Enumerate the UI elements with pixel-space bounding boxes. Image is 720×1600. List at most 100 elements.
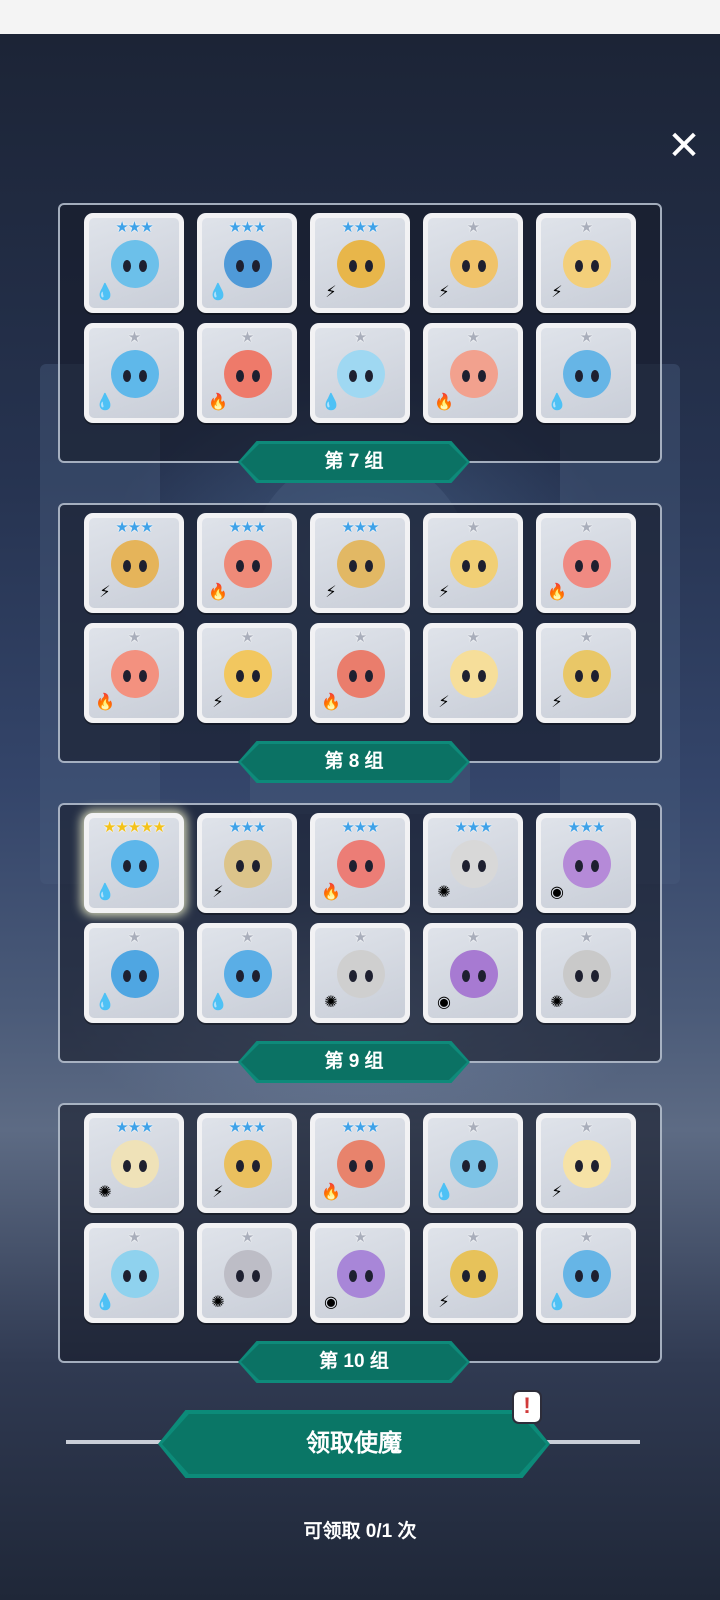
star-rating-icon: ★ (466, 218, 480, 236)
character-card[interactable]: ★ ⚡ (197, 623, 297, 723)
character-card[interactable]: ★★★ ◉ (536, 813, 636, 913)
water-element-icon: 💧 (547, 392, 567, 411)
lightning-element-icon: ⚡ (438, 582, 450, 601)
character-head (563, 240, 611, 288)
character-card[interactable]: ★ 💧 (536, 323, 636, 423)
character-card[interactable]: ★★★ ⚡ (310, 513, 410, 613)
character-head (224, 840, 272, 888)
character-card[interactable]: ★★★ ⚡ (197, 1113, 297, 1213)
character-eye (139, 1160, 147, 1172)
star-rating-icon: ★ (466, 1228, 480, 1246)
character-card[interactable]: ★ ⚡ (423, 213, 523, 313)
character-eye (591, 560, 599, 572)
character-card[interactable]: ★ ⚡ (423, 623, 523, 723)
character-card[interactable]: ★★★ ✺ (84, 1113, 184, 1213)
character-head (337, 950, 385, 998)
star-rating-icon: ★ (240, 1228, 254, 1246)
star-rating-icon: ★★★ (115, 518, 153, 536)
character-portrait: ★ 💧 (202, 928, 292, 1018)
character-portrait: ★★★ 🔥 (315, 818, 405, 908)
character-card[interactable]: ★ 💧 (197, 923, 297, 1023)
star-rating-icon: ★ (579, 218, 593, 236)
fire-element-icon: 🔥 (208, 392, 228, 411)
character-card[interactable]: ★ 🔥 (197, 323, 297, 423)
character-portrait: ★ 💧 (89, 1228, 179, 1318)
character-eye (478, 260, 486, 272)
group-10: ★★★ ✺ ★★★ ⚡ ★★★ 🔥 ★ 💧 ★ ⚡ ★ 💧 ★ ✺ ★ ◉ ★ ⚡ ★ 💧 第 10 组 (58, 1103, 662, 1383)
character-eye (236, 260, 244, 272)
character-portrait: ★★★ ⚡ (315, 518, 405, 608)
character-card[interactable]: ★ 💧 (310, 323, 410, 423)
group-label: 第 10 组 (238, 1341, 470, 1383)
light-element-icon: ✺ (211, 1292, 225, 1311)
star-rating-icon: ★★★ (567, 818, 605, 836)
character-portrait: ★ ◉ (315, 1228, 405, 1318)
character-head (563, 350, 611, 398)
character-head (337, 840, 385, 888)
water-element-icon: 💧 (95, 1292, 115, 1311)
character-eye (236, 370, 244, 382)
water-element-icon: 💧 (95, 282, 115, 301)
star-rating-icon: ★ (127, 628, 141, 646)
character-portrait: ★ 🔥 (428, 328, 518, 418)
character-card[interactable]: ★ 💧 (84, 923, 184, 1023)
character-card[interactable]: ★ 💧 (84, 323, 184, 423)
character-card[interactable]: ★★★ 💧 (197, 213, 297, 313)
star-rating-icon: ★★★ (341, 518, 379, 536)
character-card[interactable]: ★★★ 🔥 (310, 813, 410, 913)
character-card[interactable]: ★ ✺ (310, 923, 410, 1023)
character-card[interactable]: ★★★ ⚡ (310, 213, 410, 313)
character-card[interactable]: ★ 💧 (423, 1113, 523, 1213)
character-card[interactable]: ★ 🔥 (310, 623, 410, 723)
claim-familiar-button[interactable]: 领取使魔 (158, 1410, 550, 1478)
character-card[interactable]: ★ ⚡ (423, 513, 523, 613)
character-eye (462, 560, 470, 572)
character-eye (591, 1270, 599, 1282)
character-eye (575, 1270, 583, 1282)
character-card[interactable]: ★★★ ⚡ (84, 513, 184, 613)
character-card[interactable]: ★ ✺ (197, 1223, 297, 1323)
character-card[interactable]: ★ ⚡ (536, 1113, 636, 1213)
character-card[interactable]: ★ 💧 (84, 1223, 184, 1323)
character-portrait: ★★★ 🔥 (315, 1118, 405, 1208)
star-rating-icon: ★ (579, 628, 593, 646)
character-card[interactable]: ★ ◉ (310, 1223, 410, 1323)
character-card[interactable]: ★ 💧 (536, 1223, 636, 1323)
character-card[interactable]: ★★★ ⚡ (197, 813, 297, 913)
star-rating-icon: ★★★★★ (102, 818, 166, 836)
character-eye (365, 370, 373, 382)
character-card[interactable]: ★ ◉ (423, 923, 523, 1023)
character-card[interactable]: ★★★ ✺ (423, 813, 523, 913)
water-element-icon: 💧 (547, 1292, 567, 1311)
character-head (450, 540, 498, 588)
character-card[interactable]: ★★★★★ 💧 (84, 813, 184, 913)
character-eye (349, 560, 357, 572)
star-rating-icon: ★★★ (115, 218, 153, 236)
character-card[interactable]: ★ ⚡ (536, 623, 636, 723)
character-card[interactable]: ★★★ 🔥 (310, 1113, 410, 1213)
character-eye (575, 560, 583, 572)
character-card[interactable]: ★ ✺ (536, 923, 636, 1023)
character-head (337, 350, 385, 398)
character-card[interactable]: ★ ⚡ (423, 1223, 523, 1323)
character-portrait: ★★★★★ 💧 (89, 818, 179, 908)
character-card[interactable]: ★ ⚡ (536, 213, 636, 313)
character-card[interactable]: ★ 🔥 (84, 623, 184, 723)
character-card[interactable]: ★ 🔥 (423, 323, 523, 423)
character-card[interactable]: ★★★ 💧 (84, 213, 184, 313)
character-card[interactable]: ★★★ 🔥 (197, 513, 297, 613)
character-portrait: ★ ✺ (202, 1228, 292, 1318)
character-head (563, 540, 611, 588)
character-portrait: ★★★ ◉ (541, 818, 631, 908)
character-head (450, 1140, 498, 1188)
character-portrait: ★★★ ✺ (428, 818, 518, 908)
alert-icon: ! (512, 1390, 542, 1424)
star-rating-icon: ★★★ (454, 818, 492, 836)
character-card[interactable]: ★ 🔥 (536, 513, 636, 613)
character-eye (365, 860, 373, 872)
close-button[interactable]: ✕ (664, 126, 704, 166)
water-element-icon: 💧 (95, 392, 115, 411)
character-portrait: ★ ⚡ (541, 1118, 631, 1208)
character-head (450, 350, 498, 398)
dark-element-icon: ◉ (324, 1292, 338, 1311)
